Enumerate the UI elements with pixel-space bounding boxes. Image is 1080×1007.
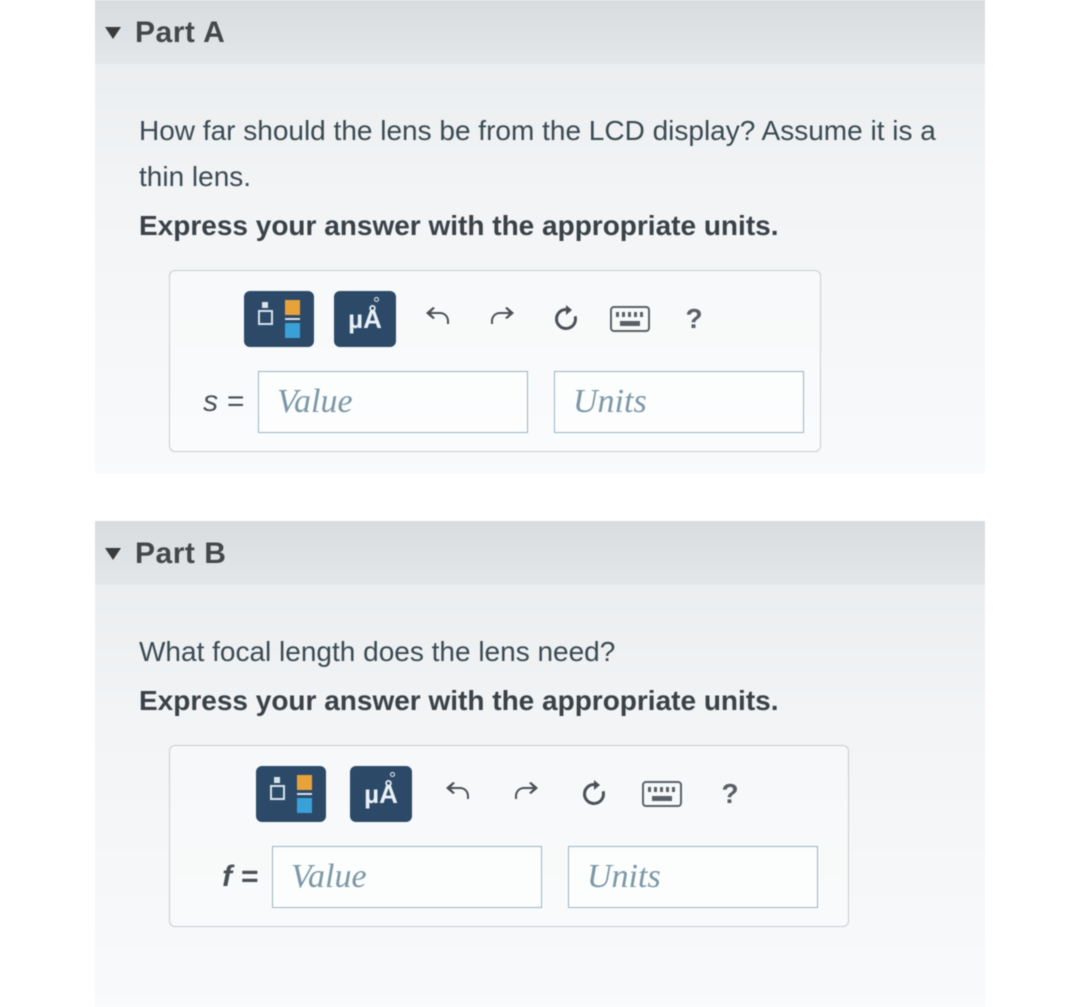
part-b-value-input[interactable]: Value [272, 846, 542, 908]
part-b-answer-box: µÅ ? f = Value Un [169, 745, 849, 927]
keyboard-button[interactable] [608, 291, 652, 347]
units-symbols-button[interactable]: µÅ [350, 766, 412, 822]
help-button[interactable]: ? [708, 766, 752, 822]
part-a-answer-box: µÅ ? s = Value Un [169, 270, 821, 452]
part-a-toolbar: µÅ ? [244, 291, 804, 347]
part-a-question: How far should the lens be from the LCD … [139, 108, 965, 200]
part-a-panel: Part A How far should the lens be from t… [95, 0, 985, 474]
redo-button[interactable] [504, 766, 548, 822]
part-b-panel: Part B What focal length does the lens n… [95, 521, 985, 1007]
keyboard-button[interactable] [640, 766, 684, 822]
part-b-header[interactable]: Part B [95, 521, 985, 585]
part-a-body: How far should the lens be from the LCD … [95, 64, 985, 452]
part-a-units-input[interactable]: Units [554, 371, 804, 433]
part-b-hint: Express your answer with the appropriate… [139, 685, 965, 717]
fraction-icon [258, 300, 300, 338]
caret-down-icon [105, 27, 121, 39]
part-b-body: What focal length does the lens need? Ex… [95, 585, 985, 927]
caret-down-icon [105, 548, 121, 560]
redo-icon [487, 307, 517, 331]
help-button[interactable]: ? [672, 291, 716, 347]
undo-icon [423, 307, 453, 331]
part-b-question: What focal length does the lens need? [139, 629, 965, 675]
angstrom-ring-icon [390, 772, 395, 777]
part-a-title: Part A [135, 16, 225, 50]
fraction-icon [270, 775, 312, 813]
redo-icon [511, 782, 541, 806]
templates-button[interactable] [244, 291, 314, 347]
keyboard-icon [642, 781, 682, 807]
undo-button[interactable] [436, 766, 480, 822]
reset-icon [551, 304, 581, 334]
part-b-variable-label: f = [186, 860, 264, 894]
undo-icon [443, 782, 473, 806]
part-b-toolbar: µÅ ? [256, 766, 832, 822]
reset-button[interactable] [544, 291, 588, 347]
keyboard-icon [610, 306, 650, 332]
reset-icon [579, 779, 609, 809]
part-b-title: Part B [135, 537, 226, 571]
angstrom-ring-icon [374, 297, 379, 302]
templates-button[interactable] [256, 766, 326, 822]
part-b-units-input[interactable]: Units [568, 846, 818, 908]
undo-button[interactable] [416, 291, 460, 347]
part-a-input-row: s = Value Units [186, 371, 804, 433]
part-a-variable-label: s = [186, 385, 250, 419]
part-a-value-input[interactable]: Value [258, 371, 528, 433]
part-a-hint: Express your answer with the appropriate… [139, 210, 965, 242]
reset-button[interactable] [572, 766, 616, 822]
units-symbols-button[interactable]: µÅ [334, 291, 396, 347]
part-b-input-row: f = Value Units [186, 846, 832, 908]
redo-button[interactable] [480, 291, 524, 347]
part-a-header[interactable]: Part A [95, 0, 985, 64]
